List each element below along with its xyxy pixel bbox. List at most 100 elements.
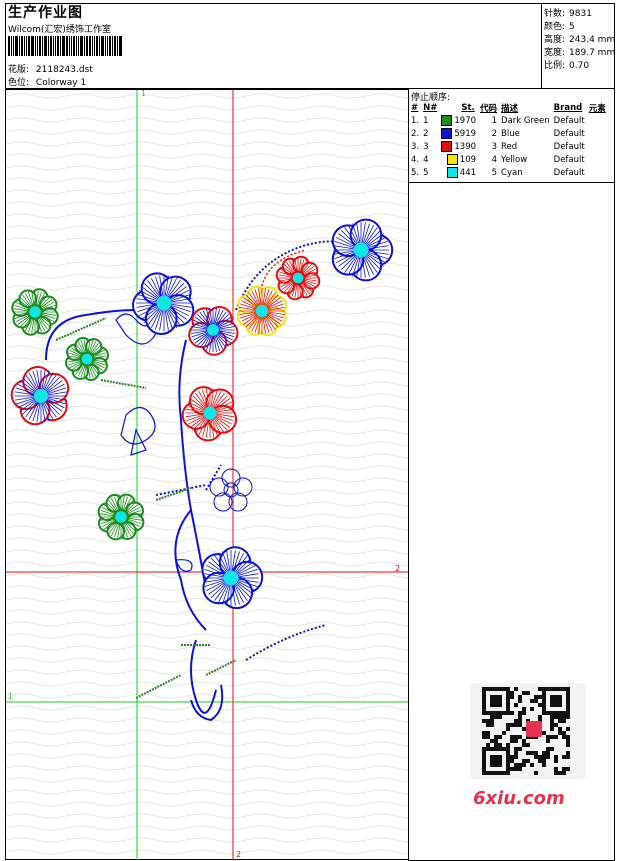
- table-row[interactable]: 1. 1 1970 1 Dark Green Default: [409, 114, 608, 127]
- qr-module: [514, 719, 518, 723]
- qr-module: [502, 731, 506, 735]
- flower: [64, 337, 110, 381]
- qr-module: [554, 755, 558, 759]
- barcode-bar: [107, 36, 108, 56]
- table-row[interactable]: 4. 4 109 4 Yellow Default: [409, 153, 608, 166]
- qr-module: [486, 719, 490, 723]
- cell-index-text: 3.: [411, 141, 420, 152]
- color-swatch: [446, 167, 458, 178]
- flower-center: [292, 272, 304, 284]
- stat-value: 243.4 mm: [569, 35, 616, 45]
- qr-module: [486, 743, 490, 747]
- barcode-bar: [69, 36, 70, 56]
- table-row[interactable]: 2. 2 5919 2 Blue Default: [409, 127, 608, 140]
- column-header: Brand: [553, 102, 583, 113]
- cell-index: 4.: [409, 153, 421, 166]
- cell-code-text: 1: [491, 115, 498, 126]
- cell-index: 3.: [409, 140, 421, 153]
- flower-center: [223, 570, 239, 586]
- cell-stitches: 5919: [439, 127, 478, 140]
- stat-row: 宽度: 189.7 mm: [544, 45, 615, 58]
- qr-finder: [550, 695, 562, 707]
- qr-module: [514, 687, 518, 691]
- barcode-bar: [35, 36, 36, 56]
- cell-brand-text: Default: [553, 115, 585, 126]
- qr-module: [522, 691, 526, 695]
- cell-description-text: Cyan: [501, 167, 523, 178]
- qr-module: [510, 759, 514, 763]
- cell-stitches-text: 109: [459, 155, 477, 165]
- barcode-bar: [31, 36, 34, 56]
- guide-label-h2: 2: [395, 564, 401, 573]
- colorway-value: Colorway 1: [35, 78, 87, 88]
- qr-module: [482, 735, 486, 739]
- design-label: 花版:: [8, 65, 30, 75]
- flower-center: [29, 306, 41, 318]
- cell-stitches-text: 1390: [454, 142, 477, 152]
- qr-module: [514, 723, 518, 727]
- flower-center: [115, 511, 127, 523]
- qr-module: [554, 759, 558, 763]
- qr-module: [558, 715, 562, 719]
- qr-module: [562, 731, 566, 735]
- flower-center: [203, 406, 217, 420]
- qr-module: [510, 691, 514, 695]
- barcode-bar: [39, 36, 41, 56]
- qr-module: [510, 739, 514, 743]
- cell-description: Cyan: [499, 166, 552, 179]
- flower-center: [81, 353, 93, 365]
- qr-module: [514, 751, 518, 755]
- barcode-bar: [96, 36, 98, 56]
- qr-module: [498, 735, 502, 739]
- qr-module: [566, 755, 570, 759]
- barcode-bar: [44, 36, 47, 56]
- barcode-bar: [80, 36, 83, 56]
- qr-module: [530, 763, 534, 767]
- qr-module: [522, 759, 526, 763]
- qr-module: [498, 743, 502, 747]
- qr-module: [538, 755, 542, 759]
- qr-module: [510, 723, 514, 727]
- barcode-bar: [66, 36, 68, 56]
- qr-module: [494, 743, 498, 747]
- cell-description: Red: [499, 140, 552, 153]
- qr-module: [506, 727, 510, 731]
- qr-module: [562, 719, 566, 723]
- qr-module: [486, 735, 490, 739]
- cell-brand: Default: [552, 153, 587, 166]
- table-row[interactable]: 5. 5 441 5 Cyan Default: [409, 166, 608, 179]
- cell-stitches-text: 5919: [454, 129, 477, 139]
- flower-center: [207, 324, 219, 336]
- qr-module: [518, 719, 522, 723]
- qr-module: [554, 767, 558, 771]
- qr-module: [546, 739, 550, 743]
- stat-row: 高度: 243.4 mm: [544, 32, 615, 45]
- flower: [275, 255, 321, 301]
- table-row[interactable]: 3. 3 1390 3 Red Default: [409, 140, 608, 153]
- barcode-bar: [50, 36, 52, 56]
- qr-module: [550, 715, 554, 719]
- barcode-bar: [89, 36, 91, 56]
- barcode-bar: [94, 36, 95, 56]
- cell-index: 5.: [409, 166, 421, 179]
- qr-module: [518, 747, 522, 751]
- qr-module: [550, 735, 554, 739]
- qr-module: [542, 763, 546, 767]
- qr-code: [470, 683, 586, 779]
- qr-module: [542, 751, 546, 755]
- stop-table-body: 1. 1 1970 1 Dark Green Default 2. 2 5919 2 Blue Def…: [409, 114, 608, 179]
- column-header: St.: [461, 102, 475, 113]
- qr-module: [518, 767, 522, 771]
- cell-element: [587, 140, 608, 153]
- qr-module: [526, 751, 530, 755]
- cell-description-text: Yellow: [501, 154, 528, 165]
- stat-value: 9831: [569, 9, 592, 19]
- qr-module: [494, 739, 498, 743]
- qr-module: [550, 747, 554, 751]
- stop-table-header: # N# St. 代码 描述 Brand 元素: [409, 101, 608, 114]
- qr-module: [566, 743, 570, 747]
- company-name: Wilcom(汇宏)绣饰工作室: [8, 25, 111, 35]
- cell-code: 5: [478, 166, 499, 179]
- stat-label: 比例:: [544, 61, 566, 71]
- barcode-bar: [60, 36, 61, 56]
